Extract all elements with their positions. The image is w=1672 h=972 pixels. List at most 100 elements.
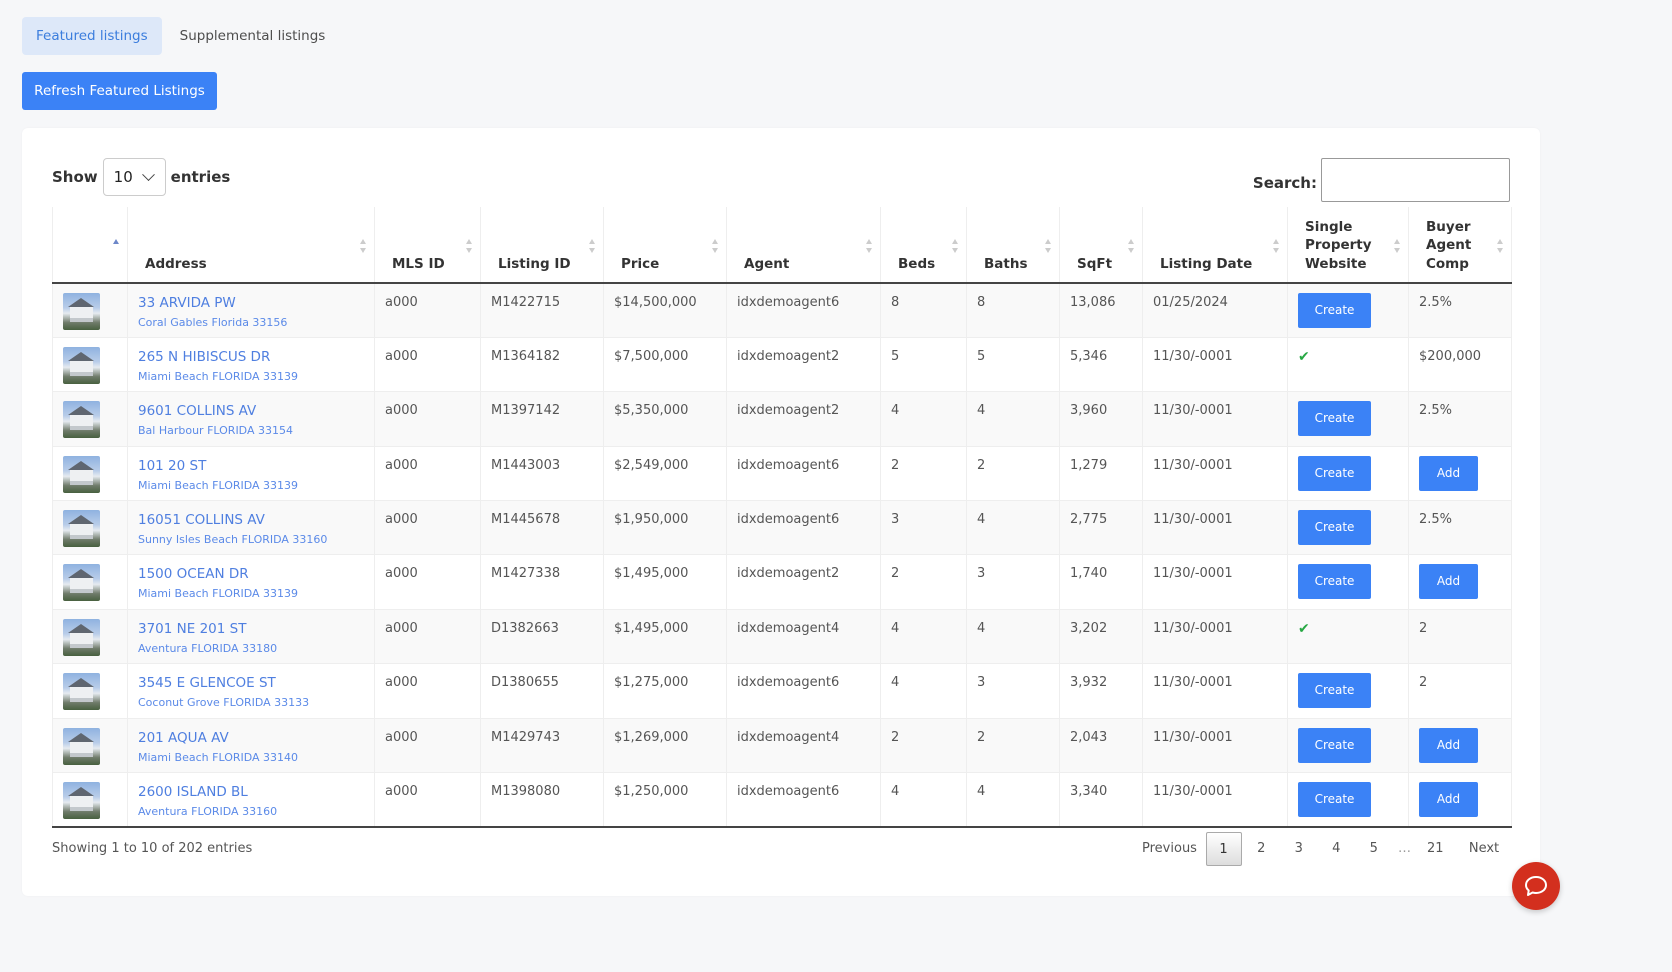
website-cell: Create [1287,772,1409,828]
refresh-featured-listings-button[interactable]: Refresh Featured Listings [22,72,217,110]
listing-photo[interactable] [63,782,100,820]
column-header-price[interactable]: Price [603,207,727,284]
comp-cell: Add [1408,446,1512,502]
beds-cell: 4 [880,663,967,719]
city-link[interactable]: Miami Beach FLORIDA 33139 [138,479,364,492]
address-cell: 1500 OCEAN DR Miami Beach FLORIDA 33139 [127,554,375,610]
mls-id-cell: a000 [374,337,481,393]
create-website-button[interactable]: Create [1298,455,1371,491]
website-cell: Create [1287,554,1409,610]
sqft-cell: 1,740 [1059,554,1143,610]
column-header-mls-id[interactable]: MLS ID [374,207,481,284]
listing-photo[interactable] [63,510,100,548]
city-link[interactable]: Bal Harbour FLORIDA 33154 [138,424,364,437]
address-link[interactable]: 101 20 ST [138,458,364,474]
listings-card: Show 10 entries Search: Address MLS ID L… [22,128,1540,896]
comp-cell: 2 [1408,609,1512,665]
listing-photo[interactable] [63,564,100,602]
create-website-button[interactable]: Create [1298,782,1371,818]
city-link[interactable]: Aventura FLORIDA 33180 [138,642,364,655]
listing-tabs: Featured listings Supplemental listings [22,17,339,55]
listing-photo[interactable] [63,455,100,493]
column-header-listing-id[interactable]: Listing ID [480,207,604,284]
city-link[interactable]: Miami Beach FLORIDA 33139 [138,587,364,600]
column-header-listing-date[interactable]: Listing Date [1142,207,1288,284]
pagination-previous[interactable]: Previous [1136,832,1204,866]
tab-supplemental-listings[interactable]: Supplemental listings [166,17,340,55]
sort-icon [589,239,597,253]
price-cell: $1,269,000 [603,718,727,774]
address-link[interactable]: 9601 COLLINS AV [138,403,364,419]
listing-date-cell: 11/30/-0001 [1142,554,1288,610]
photo-cell [52,609,128,665]
table-row: 265 N HIBISCUS DR Miami Beach FLORIDA 331… [52,337,1512,393]
page-size-select[interactable]: 10 [102,158,166,196]
pagination-page-1[interactable]: 1 [1205,832,1242,866]
table-info: Showing 1 to 10 of 202 entries [52,841,253,856]
beds-cell: 3 [880,500,967,556]
sort-icon [360,239,368,253]
address-link[interactable]: 33 ARVIDA PW [138,295,364,311]
baths-cell: 3 [966,663,1060,719]
city-link[interactable]: Coral Gables Florida 33156 [138,316,364,329]
city-link[interactable]: Miami Beach FLORIDA 33139 [138,370,364,383]
column-header-photo[interactable] [52,207,128,284]
address-link[interactable]: 16051 COLLINS AV [138,512,364,528]
add-comp-button[interactable]: Add [1419,455,1478,491]
create-website-button[interactable]: Create [1298,510,1371,546]
pagination-next[interactable]: Next [1454,832,1514,866]
pagination-page-2[interactable]: 2 [1243,832,1281,866]
create-website-button[interactable]: Create [1298,293,1371,328]
listing-photo[interactable] [63,346,100,384]
column-header-buyer-agent-comp[interactable]: Buyer Agent Comp [1408,207,1512,284]
chat-button[interactable] [1512,862,1560,910]
add-comp-button[interactable]: Add [1419,727,1478,763]
pagination-page-21[interactable]: 21 [1417,832,1455,866]
listings-table: Address MLS ID Listing ID Price Agent Be… [52,207,1512,828]
photo-cell [52,391,128,447]
sqft-cell: 5,346 [1059,337,1143,393]
pagination-ellipsis: … [1398,841,1411,856]
search-label: Search: [1252,174,1317,192]
column-header-agent[interactable]: Agent [726,207,881,284]
address-link[interactable]: 201 AQUA AV [138,730,364,746]
search-input[interactable] [1321,158,1510,202]
address-link[interactable]: 265 N HIBISCUS DR [138,349,364,365]
create-website-button[interactable]: Create [1298,401,1371,437]
address-link[interactable]: 2600 ISLAND BL [138,784,364,800]
city-link[interactable]: Miami Beach FLORIDA 33140 [138,751,364,764]
city-link[interactable]: Sunny Isles Beach FLORIDA 33160 [138,533,364,546]
city-link[interactable]: Aventura FLORIDA 33160 [138,805,364,818]
address-link[interactable]: 1500 OCEAN DR [138,566,364,582]
create-website-button[interactable]: Create [1298,673,1371,709]
sort-icon [466,239,474,253]
pagination-page-5[interactable]: 5 [1355,832,1393,866]
photo-cell [52,772,128,828]
pagination-page-4[interactable]: 4 [1318,832,1356,866]
column-header-baths[interactable]: Baths [966,207,1060,284]
agent-cell: idxdemoagent6 [726,772,881,828]
listing-photo[interactable] [63,401,100,439]
add-comp-button[interactable]: Add [1419,564,1478,600]
column-header-beds[interactable]: Beds [880,207,967,284]
photo-cell [52,337,128,393]
listing-photo[interactable] [63,673,100,711]
address-link[interactable]: 3701 NE 201 ST [138,621,364,637]
pagination-page-3[interactable]: 3 [1280,832,1318,866]
city-link[interactable]: Coconut Grove FLORIDA 33133 [138,696,364,709]
create-website-button[interactable]: Create [1298,727,1371,763]
column-header-address[interactable]: Address [127,207,375,284]
website-cell: Create [1287,283,1409,338]
column-header-sqft[interactable]: SqFt [1059,207,1143,284]
listing-photo[interactable] [63,727,100,765]
tab-featured-listings[interactable]: Featured listings [22,17,162,55]
create-website-button[interactable]: Create [1298,564,1371,600]
address-link[interactable]: 3545 E GLENCOE ST [138,675,364,691]
listing-id-cell: M1397142 [480,391,604,447]
listing-photo[interactable] [63,618,100,656]
price-cell: $1,495,000 [603,554,727,610]
add-comp-button[interactable]: Add [1419,782,1478,818]
column-header-single-property-website[interactable]: Single Property Website [1287,207,1409,284]
photo-cell [52,283,128,338]
listing-photo[interactable] [63,293,100,330]
